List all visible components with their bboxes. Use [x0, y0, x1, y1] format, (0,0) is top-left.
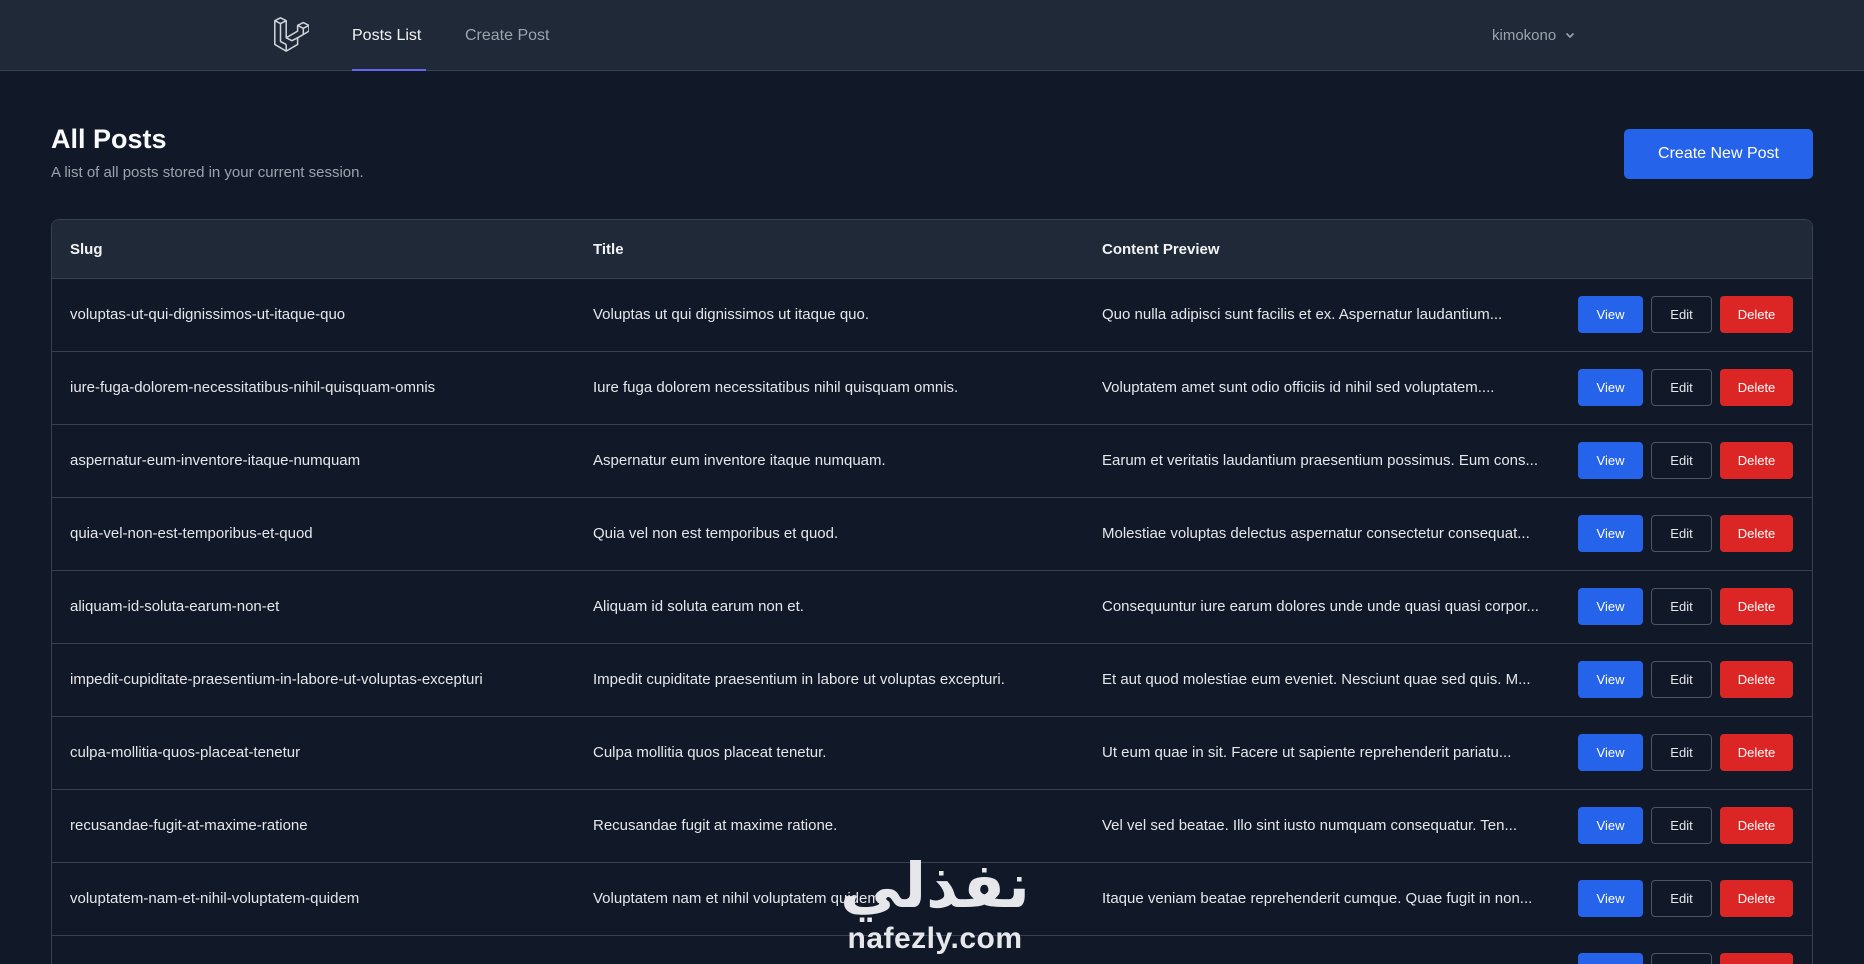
- edit-button[interactable]: Edit: [1651, 807, 1712, 844]
- cell-title: Iure fuga dolorem necessitatibus nihil q…: [593, 379, 959, 396]
- view-button[interactable]: View: [1578, 807, 1643, 844]
- delete-button[interactable]: Delete: [1720, 880, 1793, 917]
- edit-button[interactable]: Edit: [1651, 515, 1712, 552]
- table-row: aliquam-id-soluta-earum-non-et Aliquam id…: [52, 571, 1812, 644]
- top-navigation: Posts List Create Post kimokono: [0, 0, 1864, 71]
- chevron-down-icon: [1566, 32, 1575, 39]
- laravel-logo-icon[interactable]: [271, 15, 309, 53]
- delete-button[interactable]: Delete: [1720, 588, 1793, 625]
- cell-slug: culpa-mollitia-quos-placeat-tenetur: [70, 744, 301, 761]
- table-row: voluptas-ut-qui-dignissimos-ut-itaque-qu…: [52, 279, 1812, 352]
- cell-content-preview: Voluptatem amet sunt odio officiis id ni…: [1102, 379, 1495, 396]
- cell-title: Impedit cupiditate praesentium in labore…: [593, 671, 1005, 688]
- cell-title: Voluptas ut qui dignissimos ut itaque qu…: [593, 306, 870, 323]
- cell-title: Voluptatem nam et nihil voluptatem quide…: [593, 890, 884, 907]
- table-row: View Edit Delete: [52, 936, 1812, 964]
- nav-posts-list[interactable]: Posts List: [352, 0, 426, 71]
- row-actions: ViewEditDelete: [1578, 515, 1793, 552]
- delete-button[interactable]: Delete: [1720, 515, 1793, 552]
- delete-button[interactable]: Delete: [1720, 661, 1793, 698]
- edit-button[interactable]: Edit: [1651, 661, 1712, 698]
- cell-slug: voluptatem-nam-et-nihil-voluptatem-quide…: [70, 890, 360, 907]
- table-row: aspernatur-eum-inventore-itaque-numquam A…: [52, 425, 1812, 498]
- create-new-post-button[interactable]: Create New Post: [1624, 129, 1813, 179]
- edit-button[interactable]: Edit: [1651, 588, 1712, 625]
- page-subtitle: A list of all posts stored in your curre…: [51, 164, 364, 181]
- view-button[interactable]: View: [1578, 515, 1643, 552]
- view-button[interactable]: View: [1578, 953, 1643, 964]
- view-button[interactable]: View: [1578, 442, 1643, 479]
- row-actions: ViewEditDelete: [1578, 588, 1793, 625]
- table-row: quia-vel-non-est-temporibus-et-quod Quia …: [52, 498, 1812, 571]
- cell-slug: voluptas-ut-qui-dignissimos-ut-itaque-qu…: [70, 306, 346, 323]
- edit-button[interactable]: Edit: [1651, 953, 1712, 964]
- row-actions: ViewEditDelete: [1578, 734, 1793, 771]
- row-actions: ViewEditDelete: [1578, 442, 1793, 479]
- row-actions: View Edit Delete: [1578, 953, 1793, 964]
- cell-content-preview: Et aut quod molestiae eum eveniet. Nesci…: [1102, 671, 1531, 688]
- row-actions: ViewEditDelete: [1578, 369, 1793, 406]
- edit-button[interactable]: Edit: [1651, 296, 1712, 333]
- page-title: All Posts: [51, 124, 167, 154]
- delete-button[interactable]: Delete: [1720, 369, 1793, 406]
- view-button[interactable]: View: [1578, 296, 1643, 333]
- table-body: voluptas-ut-qui-dignissimos-ut-itaque-qu…: [52, 279, 1812, 964]
- cell-slug: iure-fuga-dolorem-necessitatibus-nihil-q…: [70, 379, 436, 396]
- edit-button[interactable]: Edit: [1651, 442, 1712, 479]
- column-header-slug: Slug: [70, 241, 103, 258]
- cell-title: Culpa mollitia quos placeat tenetur.: [593, 744, 827, 761]
- table-row: iure-fuga-dolorem-necessitatibus-nihil-q…: [52, 352, 1812, 425]
- user-name: kimokono: [1492, 26, 1557, 44]
- column-header-content-preview: Content Preview: [1102, 241, 1220, 258]
- cell-content-preview: Ut eum quae in sit. Facere ut sapiente r…: [1102, 744, 1512, 761]
- cell-slug: aliquam-id-soluta-earum-non-et: [70, 598, 280, 615]
- cell-title: Quia vel non est temporibus et quod.: [593, 525, 839, 542]
- cell-slug: impedit-cupiditate-praesentium-in-labore…: [70, 671, 483, 688]
- cell-title: Aliquam id soluta earum non et.: [593, 598, 804, 615]
- cell-content-preview: Earum et veritatis laudantium praesentiu…: [1102, 452, 1539, 469]
- cell-content-preview: Quo nulla adipisci sunt facilis et ex. A…: [1102, 306, 1503, 323]
- row-actions: ViewEditDelete: [1578, 661, 1793, 698]
- cell-content-preview: Itaque veniam beatae reprehenderit cumqu…: [1102, 890, 1533, 907]
- row-actions: ViewEditDelete: [1578, 296, 1793, 333]
- delete-button[interactable]: Delete: [1720, 807, 1793, 844]
- view-button[interactable]: View: [1578, 880, 1643, 917]
- table-row: voluptatem-nam-et-nihil-voluptatem-quide…: [52, 863, 1812, 936]
- row-actions: ViewEditDelete: [1578, 880, 1793, 917]
- cell-slug: quia-vel-non-est-temporibus-et-quod: [70, 525, 313, 542]
- cell-content-preview: Molestiae voluptas delectus aspernatur c…: [1102, 525, 1530, 542]
- view-button[interactable]: View: [1578, 588, 1643, 625]
- delete-button[interactable]: Delete: [1720, 442, 1793, 479]
- table-row: recusandae-fugit-at-maxime-ratione Recusa…: [52, 790, 1812, 863]
- edit-button[interactable]: Edit: [1651, 880, 1712, 917]
- view-button[interactable]: View: [1578, 369, 1643, 406]
- posts-table: Slug Title Content Preview voluptas-ut-q…: [51, 219, 1813, 964]
- cell-title: Recusandae fugit at maxime ratione.: [593, 817, 838, 834]
- view-button[interactable]: View: [1578, 661, 1643, 698]
- cell-slug: recusandae-fugit-at-maxime-ratione: [70, 817, 308, 834]
- user-menu[interactable]: kimokono: [1492, 22, 1576, 48]
- edit-button[interactable]: Edit: [1651, 734, 1712, 771]
- nav-create-post[interactable]: Create Post: [465, 0, 549, 71]
- delete-button[interactable]: Delete: [1720, 953, 1793, 964]
- table-row: impedit-cupiditate-praesentium-in-labore…: [52, 644, 1812, 717]
- table-header: Slug Title Content Preview: [52, 220, 1812, 279]
- cell-slug: aspernatur-eum-inventore-itaque-numquam: [70, 452, 361, 469]
- cell-content-preview: Vel vel sed beatae. Illo sint iusto numq…: [1102, 817, 1517, 834]
- column-header-title: Title: [593, 241, 624, 258]
- table-row: culpa-mollitia-quos-placeat-tenetur Culpa…: [52, 717, 1812, 790]
- edit-button[interactable]: Edit: [1651, 369, 1712, 406]
- cell-title: Aspernatur eum inventore itaque numquam.: [593, 452, 886, 469]
- delete-button[interactable]: Delete: [1720, 296, 1793, 333]
- view-button[interactable]: View: [1578, 734, 1643, 771]
- cell-content-preview: Consequuntur iure earum dolores unde und…: [1102, 598, 1539, 615]
- row-actions: ViewEditDelete: [1578, 807, 1793, 844]
- delete-button[interactable]: Delete: [1720, 734, 1793, 771]
